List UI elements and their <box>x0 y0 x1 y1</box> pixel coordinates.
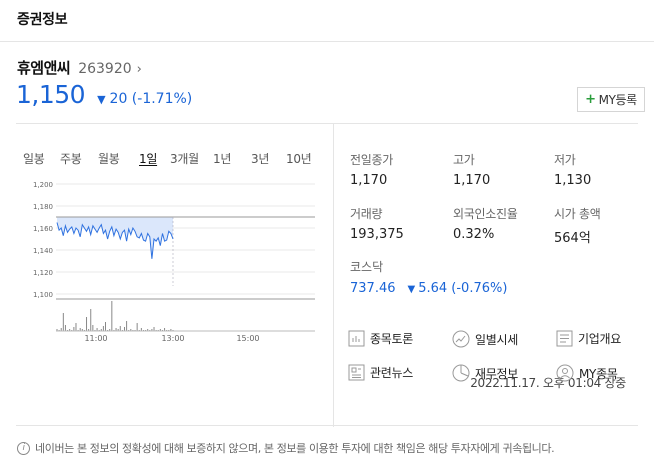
link-label: 재무정보 <box>475 366 518 381</box>
my-register-label: MY등록 <box>598 93 638 107</box>
x-tick-label: 13:00 <box>161 334 184 343</box>
stat-label: 전일종가 <box>350 153 393 167</box>
link-label: 일별시세 <box>475 332 518 347</box>
my-stock-icon <box>556 364 574 382</box>
link-label: 기업개요 <box>578 332 621 346</box>
tab-1day[interactable]: 1일 <box>139 150 157 167</box>
tab-monthly[interactable]: 월봉 <box>98 150 120 167</box>
chevron-right-icon[interactable]: › <box>137 62 142 77</box>
stat-label: 저가 <box>554 153 576 167</box>
discussion-icon <box>348 330 365 347</box>
link-news[interactable]: 관련뉴스 <box>348 364 413 381</box>
stock-panel: 일봉 주봉 월봉 1일 3개월 1년 3년 10년 1,200 1,180 1,16… <box>16 123 638 427</box>
stat-label: 고가 <box>453 153 475 167</box>
link-label: 종목토론 <box>370 332 413 346</box>
stock-name[interactable]: 휴엠앤씨 <box>17 57 71 78</box>
link-financial[interactable]: 재무정보 <box>452 364 518 382</box>
intraday-chart[interactable]: 1,200 1,180 1,160 1,140 1,120 1,100 11:00 13:00… <box>16 174 333 349</box>
y-tick-label: 1,100 <box>33 291 53 299</box>
price-change-value: 20 (-1.71%) <box>109 91 193 107</box>
stat-volume: 거래량 193,375 <box>350 205 450 242</box>
stock-heading[interactable]: 휴엠앤씨 263920 › <box>17 57 142 77</box>
y-tick-label: 1,140 <box>33 247 53 255</box>
daily-price-icon <box>452 330 470 348</box>
stat-low: 저가 1,130 <box>554 151 654 188</box>
link-label: 관련뉴스 <box>370 366 413 380</box>
stat-prev-close: 전일종가 1,170 <box>350 151 450 188</box>
down-arrow-icon: ▼ <box>407 284 416 295</box>
index-value: 737.46 <box>350 281 396 296</box>
tab-daily[interactable]: 일봉 <box>23 150 45 167</box>
stat-label: 외국인소진율 <box>453 207 518 221</box>
current-price: 1,150 <box>16 80 86 109</box>
tab-3year[interactable]: 3년 <box>251 150 269 167</box>
x-tick-label: 15:00 <box>236 334 259 343</box>
disclaimer: i 네이버는 본 정보의 정확성에 대해 보증하지 않으며, 본 정보를 이용한… <box>17 440 555 456</box>
tab-10year[interactable]: 10년 <box>286 150 312 167</box>
tab-1year[interactable]: 1년 <box>213 150 231 167</box>
stat-value: 193,375 <box>350 227 404 242</box>
info-icon: i <box>17 441 30 455</box>
y-tick-label: 1,200 <box>33 181 53 189</box>
index-row: 737.46 ▼ 5.64 (-0.76%) <box>350 281 507 296</box>
y-tick-label: 1,160 <box>33 225 53 233</box>
section-title: 증권정보 <box>17 12 68 28</box>
plus-icon: + <box>585 92 596 107</box>
price-row: 1,150 ▼ 20 (-1.71%) <box>16 80 192 110</box>
y-tick-label: 1,180 <box>33 203 53 211</box>
price-area <box>57 217 173 259</box>
price-change: ▼ 20 (-1.71%) <box>97 91 192 107</box>
tab-3month[interactable]: 3개월 <box>170 150 199 167</box>
stat-value: 1,130 <box>554 173 592 188</box>
link-daily-price[interactable]: 일별시세 <box>452 330 518 348</box>
stat-foreign-ratio: 외국인소진율 0.32% <box>453 205 553 242</box>
down-arrow-icon: ▼ <box>97 93 106 106</box>
index-label: 코스닥 <box>350 260 384 274</box>
index-change-value: 5.64 (-0.76%) <box>418 281 508 296</box>
tab-weekly[interactable]: 주봉 <box>60 150 82 167</box>
y-tick-label: 1,120 <box>33 269 53 277</box>
company-overview-icon <box>556 330 573 347</box>
stat-market-cap: 시가 총액 564억 <box>554 205 654 246</box>
link-my-stock[interactable]: MY종목 <box>556 364 618 382</box>
stock-code[interactable]: 263920 <box>78 61 131 77</box>
stat-value: 1,170 <box>350 173 388 188</box>
link-label: MY종목 <box>579 366 618 381</box>
header: 증권정보 <box>0 0 654 42</box>
news-icon <box>348 364 365 381</box>
link-discussion[interactable]: 종목토론 <box>348 330 413 347</box>
stat-label: 시가 총액 <box>554 207 601 221</box>
index-change: ▼ 5.64 (-0.76%) <box>408 281 508 296</box>
x-tick-label: 11:00 <box>84 334 107 343</box>
stat-high: 고가 1,170 <box>453 151 553 188</box>
link-company-overview[interactable]: 기업개요 <box>556 330 621 347</box>
stat-label: 거래량 <box>350 207 383 221</box>
financial-icon <box>452 364 470 382</box>
period-tabs: 일봉 주봉 월봉 1일 3개월 1년 3년 10년 <box>16 150 333 168</box>
my-register-button[interactable]: + MY등록 <box>577 87 645 112</box>
stat-value: 564억 <box>554 231 591 246</box>
kosdaq-index[interactable]: 코스닥 737.46 ▼ 5.64 (-0.76%) <box>350 258 507 296</box>
stat-value: 0.32% <box>453 227 495 242</box>
stat-value: 1,170 <box>453 173 491 188</box>
disclaimer-text: 네이버는 본 정보의 정확성에 대해 보증하지 않으며, 본 정보를 이용한 투… <box>35 442 555 455</box>
